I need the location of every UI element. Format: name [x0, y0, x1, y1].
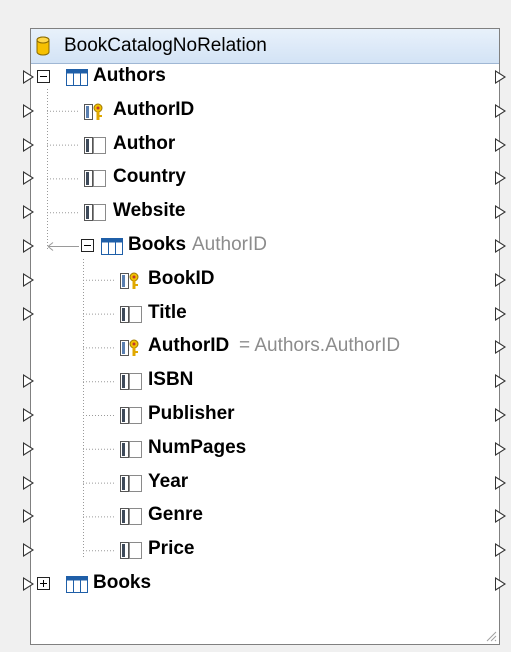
table-icon: [66, 576, 88, 593]
row-label: Authors: [93, 65, 166, 86]
input-connector-icon[interactable]: [23, 70, 34, 84]
output-connector-icon[interactable]: [495, 340, 506, 355]
tree-row-price[interactable]: Price: [31, 534, 501, 567]
row-label: Books: [128, 234, 187, 255]
output-connector-icon[interactable]: [495, 306, 506, 321]
output-connector-icon[interactable]: [495, 374, 506, 389]
output-connector-icon[interactable]: [495, 70, 506, 84]
input-connector-icon[interactable]: [23, 171, 34, 186]
column-icon: [120, 474, 142, 492]
output-connector-icon[interactable]: [495, 272, 506, 287]
column-icon: [120, 542, 142, 560]
column-icon: [120, 508, 142, 526]
output-connector-icon[interactable]: [495, 509, 506, 524]
row-label: ISBN: [148, 369, 194, 391]
column-icon: [120, 440, 142, 458]
row-annotation: AuthorID: [192, 234, 267, 255]
input-connector-icon[interactable]: [23, 205, 34, 220]
tree-row-books-table[interactable]: Books: [31, 568, 501, 601]
row-label: AuthorID: [148, 335, 230, 357]
row-label: BookID: [148, 267, 215, 289]
table-icon: [66, 69, 88, 86]
input-connector-icon[interactable]: [23, 543, 34, 558]
tree-row-publisher[interactable]: Publisher: [31, 399, 501, 432]
column-icon: [120, 305, 142, 323]
input-connector-icon[interactable]: [23, 374, 34, 389]
column-icon: [120, 407, 142, 424]
output-connector-icon[interactable]: [495, 475, 506, 490]
input-connector-icon[interactable]: [23, 577, 34, 591]
row-label: Title: [148, 301, 187, 323]
output-connector-icon[interactable]: [495, 205, 506, 220]
tree-row-books-nested[interactable]: Books AuthorID: [31, 230, 501, 263]
tree-row-bookid[interactable]: BookID: [31, 264, 501, 297]
row-label: NumPages: [148, 436, 247, 458]
row-label: Country: [113, 166, 186, 188]
component-box[interactable]: BookCatalogNoRelation Authors AuthorID Aut…: [23, 28, 506, 645]
key-icon: [120, 272, 139, 289]
input-connector-icon[interactable]: [23, 103, 34, 118]
output-connector-icon[interactable]: [495, 543, 506, 558]
row-label: AuthorID: [113, 98, 195, 120]
input-connector-icon[interactable]: [23, 306, 34, 321]
key-icon: [120, 339, 139, 357]
output-connector-icon[interactable]: [495, 239, 506, 253]
tree-row-books-authorid[interactable]: AuthorID = Authors.AuthorID: [31, 331, 501, 364]
input-connector-icon[interactable]: [23, 475, 34, 490]
key-icon: [84, 103, 103, 120]
output-connector-icon[interactable]: [495, 441, 506, 456]
output-connector-icon[interactable]: [495, 103, 506, 118]
tree-row-title[interactable]: Title: [31, 298, 501, 331]
row-label: Books: [93, 572, 152, 593]
row-label: Publisher: [148, 403, 235, 424]
input-connector-icon[interactable]: [23, 509, 34, 524]
output-connector-icon[interactable]: [495, 171, 506, 186]
input-connector-icon[interactable]: [23, 137, 34, 152]
tree-row-isbn[interactable]: ISBN: [31, 365, 501, 398]
table-icon: [101, 238, 123, 255]
tree-row-website[interactable]: Website: [31, 196, 501, 229]
row-annotation: = Authors.AuthorID: [239, 335, 401, 357]
expand-icon[interactable]: [37, 577, 50, 590]
row-label: Genre: [148, 504, 203, 526]
collapse-icon[interactable]: [37, 70, 50, 83]
row-label: Price: [148, 538, 195, 560]
tree-row-authorid[interactable]: AuthorID: [31, 95, 501, 128]
input-connector-icon[interactable]: [23, 239, 34, 253]
column-icon: [84, 204, 106, 222]
input-connector-icon[interactable]: [23, 441, 34, 456]
row-label: Year: [148, 470, 189, 492]
row-label: Author: [113, 132, 176, 154]
collapse-icon[interactable]: [81, 239, 94, 252]
row-label: Website: [113, 200, 186, 222]
tree-row-country[interactable]: Country: [31, 162, 501, 195]
tree-row-numpages[interactable]: NumPages: [31, 433, 501, 466]
output-connector-icon[interactable]: [495, 577, 506, 591]
column-icon: [84, 170, 106, 188]
column-icon: [84, 136, 106, 154]
column-icon: [120, 373, 142, 391]
tree-row-author[interactable]: Author: [31, 129, 501, 162]
output-connector-icon[interactable]: [495, 137, 506, 152]
tree-row-authors-table[interactable]: Authors: [31, 61, 501, 94]
input-connector-icon[interactable]: [23, 408, 34, 422]
tree-row-genre[interactable]: Genre: [31, 500, 501, 533]
resize-grip[interactable]: [485, 630, 497, 642]
input-connector-icon[interactable]: [23, 272, 34, 287]
tree-row-year[interactable]: Year: [31, 467, 501, 500]
output-connector-icon[interactable]: [495, 408, 506, 422]
